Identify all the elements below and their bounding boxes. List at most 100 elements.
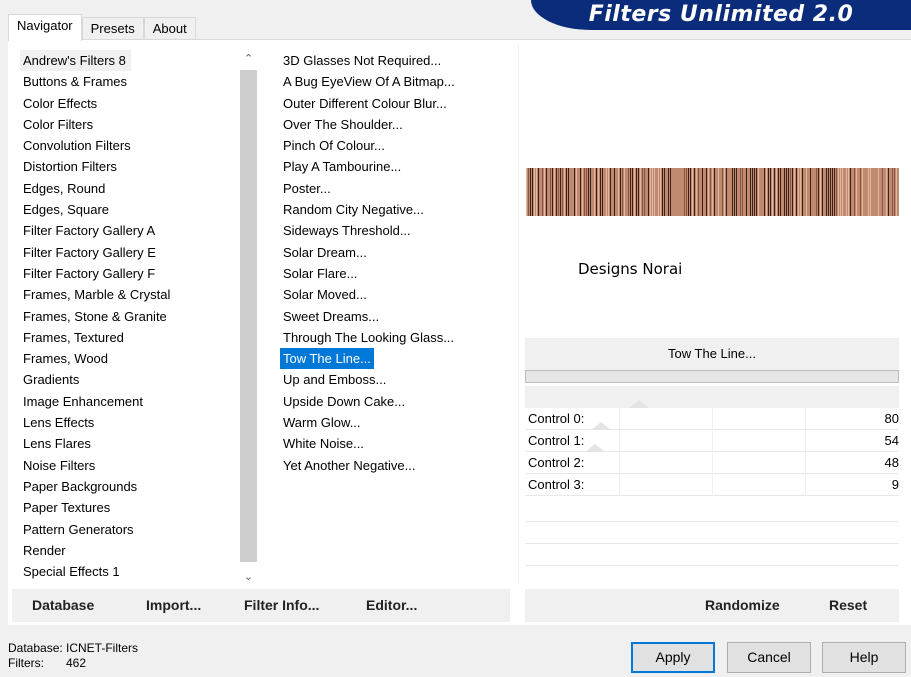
database-button[interactable]: Database bbox=[32, 597, 94, 613]
category-item[interactable]: Convolution Filters bbox=[20, 135, 235, 156]
help-button[interactable]: Help bbox=[822, 642, 906, 673]
preview-stripe bbox=[828, 168, 829, 216]
filter-item[interactable]: White Noise... bbox=[280, 433, 516, 454]
cancel-button[interactable]: Cancel bbox=[727, 642, 811, 673]
category-item[interactable]: Gradients bbox=[20, 369, 235, 390]
filter-row: Solar Moved... bbox=[280, 284, 516, 305]
preview-stripe bbox=[526, 168, 527, 216]
category-item[interactable]: Special Effects 1 bbox=[20, 561, 235, 582]
category-scrollbar[interactable]: ⌃ ⌄ bbox=[239, 48, 258, 588]
filter-item[interactable]: Solar Flare... bbox=[280, 263, 516, 284]
preview-stripe bbox=[588, 168, 589, 216]
empty-control-row bbox=[525, 544, 899, 566]
tab-about[interactable]: About bbox=[143, 17, 196, 41]
category-item[interactable]: Edges, Square bbox=[20, 199, 235, 220]
category-item[interactable]: Pattern Generators bbox=[20, 519, 235, 540]
category-item[interactable]: Filter Factory Gallery E bbox=[20, 242, 235, 263]
filter-row: Random City Negative... bbox=[280, 199, 516, 220]
category-item[interactable]: Image Enhancement bbox=[20, 391, 235, 412]
category-row: Special Effects 1 bbox=[20, 561, 235, 582]
preview-stripe bbox=[774, 168, 775, 216]
import-button[interactable]: Import... bbox=[146, 597, 201, 613]
category-item[interactable]: Frames, Stone & Granite bbox=[20, 306, 235, 327]
category-row: Buttons & Frames bbox=[20, 71, 235, 92]
category-item[interactable]: Render bbox=[20, 540, 235, 561]
control-3-slider[interactable]: Control 3: 9 bbox=[525, 474, 899, 496]
filter-item[interactable]: Through The Looking Glass... bbox=[280, 327, 516, 348]
chevron-up-icon[interactable]: ⌃ bbox=[239, 50, 258, 68]
category-item[interactable]: Paper Textures bbox=[20, 497, 235, 518]
tab-navigator[interactable]: Navigator bbox=[8, 14, 82, 41]
preview-stripe bbox=[724, 168, 725, 216]
filter-item[interactable]: Sideways Threshold... bbox=[280, 220, 516, 241]
category-list[interactable]: Andrew's Filters 8 Buttons & Frames Color … bbox=[20, 50, 235, 582]
slider-marker bbox=[591, 422, 611, 430]
control-1-slider[interactable]: Control 1: 54 bbox=[525, 422, 899, 452]
preview-stripe bbox=[544, 168, 545, 216]
control-1-label: Control 1: bbox=[528, 433, 585, 448]
preview-stripe bbox=[546, 168, 547, 216]
category-item[interactable]: Andrew's Filters 8 bbox=[20, 50, 131, 72]
filter-item[interactable]: Poster... bbox=[280, 178, 516, 199]
category-item[interactable]: Buttons & Frames bbox=[20, 71, 235, 92]
category-item[interactable]: Frames, Marble & Crystal bbox=[20, 284, 235, 305]
reset-button[interactable]: Reset bbox=[829, 597, 867, 613]
chevron-down-icon[interactable]: ⌄ bbox=[239, 568, 258, 586]
preview-stripe bbox=[792, 168, 793, 216]
category-item[interactable]: Distortion Filters bbox=[20, 156, 235, 177]
category-item[interactable]: Paper Backgrounds bbox=[20, 476, 235, 497]
category-item[interactable]: Filter Factory Gallery A bbox=[20, 220, 235, 241]
filter-item[interactable]: Solar Dream... bbox=[280, 242, 516, 263]
category-item[interactable]: Lens Effects bbox=[20, 412, 235, 433]
category-item[interactable]: Color Effects bbox=[20, 93, 235, 114]
control-1-value: 54 bbox=[884, 433, 899, 448]
preview-stripe bbox=[722, 168, 723, 216]
filter-item[interactable]: Pinch Of Colour... bbox=[280, 135, 516, 156]
preview-stripe bbox=[810, 168, 811, 216]
filter-item[interactable]: 3D Glasses Not Required... bbox=[280, 50, 516, 71]
control-0-slider[interactable]: Control 0: 80 bbox=[525, 400, 899, 430]
preview-stripe bbox=[714, 168, 715, 216]
category-item[interactable]: Filter Factory Gallery F bbox=[20, 263, 235, 284]
category-item[interactable]: Edges, Round bbox=[20, 178, 235, 199]
category-item[interactable]: Frames, Textured bbox=[20, 327, 235, 348]
slider-tick bbox=[619, 408, 620, 430]
filter-item[interactable]: Random City Negative... bbox=[280, 199, 516, 220]
filter-list[interactable]: 3D Glasses Not Required... A Bug EyeView … bbox=[280, 50, 516, 476]
scroll-thumb[interactable] bbox=[240, 70, 257, 562]
filter-item[interactable]: Up and Emboss... bbox=[280, 369, 516, 390]
preview-stripe bbox=[818, 168, 819, 216]
filter-item[interactable]: Play A Tambourine... bbox=[280, 156, 516, 177]
filter-item[interactable]: Sweet Dreams... bbox=[280, 306, 516, 327]
category-item[interactable]: Frames, Wood bbox=[20, 348, 235, 369]
preview-stripe bbox=[888, 168, 889, 216]
category-item[interactable]: Noise Filters bbox=[20, 455, 235, 476]
tab-presets[interactable]: Presets bbox=[81, 17, 144, 41]
filter-item[interactable]: Yet Another Negative... bbox=[280, 455, 516, 476]
category-item[interactable]: Lens Flares bbox=[20, 433, 235, 454]
preview-stripe bbox=[554, 168, 555, 216]
slider-tick bbox=[619, 474, 620, 496]
category-row: Paper Textures bbox=[20, 497, 235, 518]
apply-button[interactable]: Apply bbox=[631, 642, 715, 673]
preview-stripe bbox=[632, 168, 633, 216]
filter-item[interactable]: Tow The Line... bbox=[280, 348, 374, 370]
filter-item[interactable]: Over The Shoulder... bbox=[280, 114, 516, 135]
preview-stripe bbox=[610, 168, 611, 216]
category-item[interactable]: Color Filters bbox=[20, 114, 235, 135]
category-row: Distortion Filters bbox=[20, 156, 235, 177]
randomize-button[interactable]: Randomize bbox=[705, 597, 780, 613]
filter-info-button[interactable]: Filter Info... bbox=[244, 597, 319, 613]
filter-item[interactable]: A Bug EyeView Of A Bitmap... bbox=[280, 71, 516, 92]
preview-stripe bbox=[560, 168, 561, 216]
unused-controls bbox=[525, 500, 899, 566]
filter-row: Tow The Line... bbox=[280, 348, 516, 370]
editor-button[interactable]: Editor... bbox=[366, 597, 417, 613]
filter-item[interactable]: Upside Down Cake... bbox=[280, 391, 516, 412]
filter-item[interactable]: Warm Glow... bbox=[280, 412, 516, 433]
preview-stripe bbox=[608, 168, 609, 216]
filter-item[interactable]: Solar Moved... bbox=[280, 284, 516, 305]
control-2-label: Control 2: bbox=[528, 455, 585, 470]
control-2-slider[interactable]: Control 2: 48 bbox=[525, 444, 899, 474]
filter-item[interactable]: Outer Different Colour Blur... bbox=[280, 93, 516, 114]
